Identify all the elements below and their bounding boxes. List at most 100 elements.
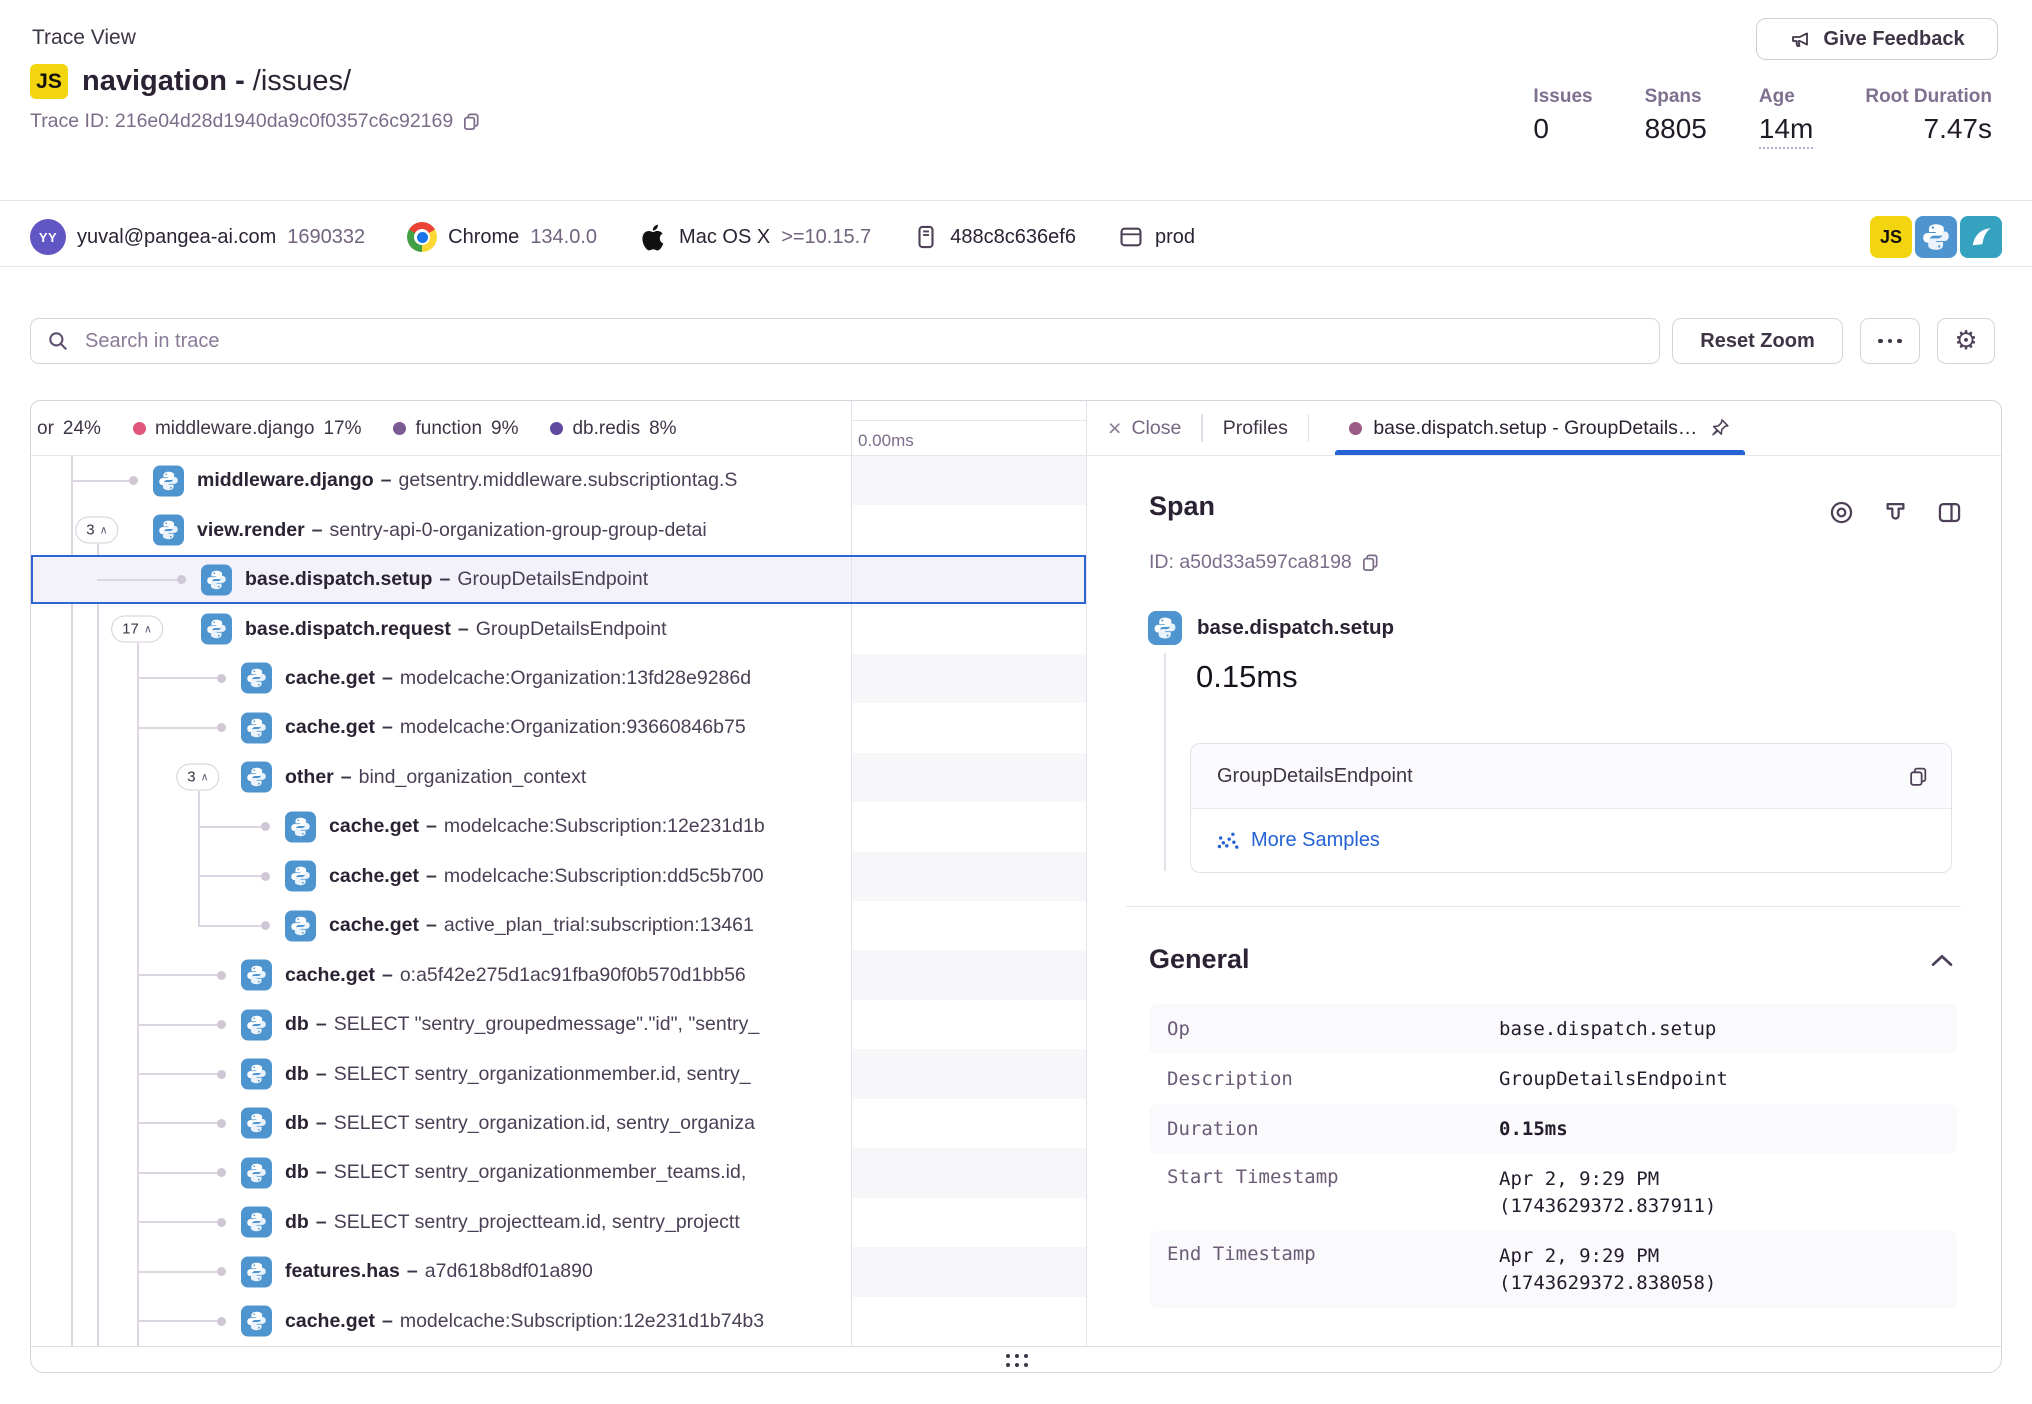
panel-tabs: × Close Profiles base.dispatch.setup - G… — [1086, 401, 2002, 456]
trace-title: navigation - /issues/ — [82, 65, 351, 98]
legend-item[interactable]: function9% — [393, 418, 518, 440]
python-icon — [285, 910, 316, 941]
legend-dot — [393, 422, 406, 435]
chevron-up-icon[interactable] — [1931, 954, 1953, 967]
trace-id: Trace ID: 216e04d28d1940da9c0f0357c6c921… — [30, 110, 481, 133]
span-row-db[interactable]: db–SELECT sentry_organizationmember.id, … — [31, 1049, 851, 1098]
more-samples-link[interactable]: More Samples — [1251, 829, 1380, 852]
layout-panel-icon[interactable] — [1936, 499, 1963, 526]
copy-icon[interactable] — [462, 112, 481, 131]
general-key: Duration — [1167, 1118, 1499, 1140]
tab-span-active[interactable]: base.dispatch.setup - GroupDetails… — [1335, 401, 1745, 455]
legend-dot — [133, 422, 146, 435]
javascript-platform-badge: JS — [30, 64, 68, 99]
span-row-label: db–SELECT sentry_organizationmember.id, … — [285, 1049, 851, 1098]
collapse-chip[interactable]: 3∧ — [75, 517, 118, 544]
copy-icon[interactable] — [1361, 553, 1380, 572]
span-row-base.dispatch.setup[interactable]: base.dispatch.setup–GroupDetailsEndpoint — [31, 555, 851, 604]
span-row-db[interactable]: db–SELECT sentry_organization.id, sentry… — [31, 1099, 851, 1148]
timeline-row — [851, 753, 1086, 802]
span-detail-panel: × Close Profiles base.dispatch.setup - G… — [1086, 401, 2002, 1346]
guide-line — [1164, 653, 1166, 871]
span-row-cache.get[interactable]: cache.get–active_plan_trial:subscription… — [31, 901, 851, 950]
give-feedback-button[interactable]: Give Feedback — [1756, 18, 1998, 60]
connector-line — [198, 925, 261, 927]
span-op-row: base.dispatch.setup — [1148, 611, 1394, 645]
span-row-db[interactable]: db–SELECT "sentry_groupedmessage"."id", … — [31, 1000, 851, 1049]
legend-item[interactable]: or24% — [37, 418, 101, 440]
stat-value[interactable]: 14m — [1759, 113, 1813, 149]
general-table: Opbase.dispatch.setupDescriptionGroupDet… — [1149, 1004, 1957, 1308]
legend-item[interactable]: middleware.django17% — [133, 418, 362, 440]
legend-dot — [550, 422, 563, 435]
python-icon — [153, 515, 184, 546]
span-row-cache.get[interactable]: cache.get–modelcache:Organization:936608… — [31, 703, 851, 752]
page-title: Trace View — [32, 26, 136, 50]
legend-item[interactable]: db.redis8% — [550, 418, 676, 440]
span-timeline — [851, 456, 1086, 1346]
browser-version: 134.0.0 — [530, 226, 597, 249]
connector-line — [137, 1221, 217, 1223]
span-row-label: base.dispatch.request–GroupDetailsEndpoi… — [245, 604, 851, 653]
span-row-middleware.django[interactable]: middleware.django–getsentry.middleware.s… — [31, 456, 851, 505]
span-row-cache.get[interactable]: cache.get–modelcache:Subscription:dd5c5b… — [31, 852, 851, 901]
collapse-chip[interactable]: 17∧ — [111, 616, 163, 643]
connector-dot — [261, 921, 270, 930]
span-row-label: db–SELECT sentry_organizationmember_team… — [285, 1148, 851, 1197]
span-row-features.has[interactable]: features.has–a7d618b8df01a890 — [31, 1247, 851, 1296]
span-row-label: cache.get–modelcache:Subscription:12e231… — [285, 1297, 851, 1346]
settings-gear-button[interactable]: ⚙ — [1937, 318, 1995, 364]
span-row-base.dispatch.request[interactable]: 17∧ base.dispatch.request–GroupDetailsEnd… — [31, 604, 851, 653]
divider — [1126, 906, 1961, 907]
span-toolbar — [1828, 499, 1963, 526]
divider — [1308, 414, 1310, 442]
close-tab[interactable]: × Close — [1108, 417, 1181, 440]
sanic-icon — [1960, 216, 2002, 258]
timeline-row — [851, 505, 1086, 554]
focus-target-icon[interactable] — [1828, 499, 1855, 526]
device-item: 488c8c636ef6 — [913, 224, 1076, 250]
more-options-button[interactable] — [1860, 318, 1920, 364]
device-icon — [913, 224, 939, 250]
general-row-duration: Duration0.15ms — [1149, 1104, 1957, 1154]
collapse-chip[interactable]: 3∧ — [176, 764, 219, 791]
general-key: Op — [1167, 1018, 1499, 1040]
connector-line — [137, 677, 217, 679]
connector-line — [97, 579, 177, 581]
timeline-row — [851, 1297, 1086, 1346]
drag-handle[interactable] — [1006, 1354, 1028, 1367]
divider — [0, 200, 2032, 201]
span-row-cache.get[interactable]: cache.get–o:a5f42e275d1ac91fba90f0b570d1… — [31, 950, 851, 999]
span-row-view.render[interactable]: 3∧view.render–sentry-api-0-organization-… — [31, 505, 851, 554]
span-row-cache.get[interactable]: cache.get–modelcache:Organization:13fd28… — [31, 654, 851, 703]
python-icon — [241, 1306, 272, 1337]
pin-icon[interactable] — [1708, 417, 1731, 440]
python-icon — [241, 1108, 272, 1139]
span-row-db[interactable]: db–SELECT sentry_projectteam.id, sentry_… — [31, 1198, 851, 1247]
connector-dot — [261, 872, 270, 881]
span-row-cache.get[interactable]: cache.get–modelcache:Subscription:12e231… — [31, 802, 851, 851]
stat-spans: Spans8805 — [1645, 86, 1707, 149]
trace-meta-row: YY yuval@pangea-ai.com 1690332 Chrome 13… — [30, 208, 2002, 266]
funnel-icon[interactable] — [1882, 499, 1909, 526]
connector-line — [137, 1320, 217, 1322]
python-icon — [241, 1157, 272, 1188]
tab-profiles[interactable]: Profiles — [1223, 417, 1288, 440]
python-icon — [241, 960, 272, 991]
environment-item: prod — [1118, 224, 1195, 250]
span-row-cache.get[interactable]: cache.get–modelcache:Subscription:12e231… — [31, 1297, 851, 1346]
timeline-row — [851, 555, 1086, 604]
span-row-other[interactable]: 3∧other–bind_organization_context — [31, 753, 851, 802]
timeline-row — [851, 703, 1086, 752]
span-row-db[interactable]: db–SELECT sentry_organizationmember_team… — [31, 1148, 851, 1197]
connector-dot — [217, 971, 226, 980]
os-version: >=10.15.7 — [781, 226, 871, 249]
copy-icon[interactable] — [1908, 766, 1929, 787]
python-icon — [1148, 611, 1182, 645]
chevron-up-icon: ∧ — [201, 771, 209, 784]
search-input[interactable] — [30, 318, 1660, 364]
general-value: Apr 2, 9:29 PM(1743629372.838058) — [1499, 1243, 1716, 1297]
timeline-row — [851, 1198, 1086, 1247]
reset-zoom-button[interactable]: Reset Zoom — [1672, 318, 1843, 364]
span-row-label: middleware.django–getsentry.middleware.s… — [197, 456, 851, 505]
